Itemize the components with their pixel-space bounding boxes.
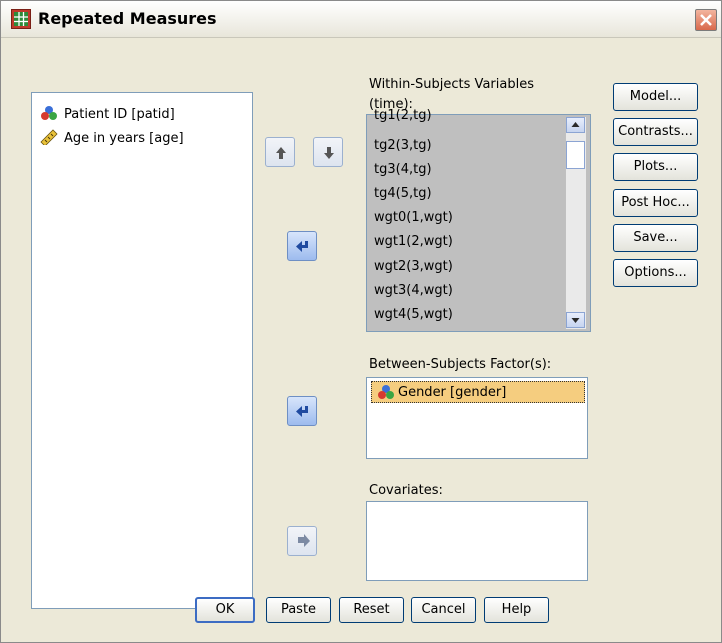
nominal-variable-icon (378, 385, 394, 399)
scroll-down-button[interactable] (566, 312, 585, 328)
options-button[interactable]: Options... (613, 259, 698, 287)
transfer-right-icon (298, 534, 310, 547)
within-subjects-list[interactable]: tg1(2,tg) tg2(3,tg) tg3(4,tg) tg4(5,tg) … (366, 108, 591, 332)
covariates-label: Covariates: (369, 483, 443, 498)
list-item[interactable]: wgt4(5,wgt) (374, 307, 453, 322)
within-subjects-label: Within-Subjects Variables (369, 77, 534, 92)
list-item[interactable]: tg2(3,tg) (374, 138, 432, 153)
transfer-left-icon (296, 241, 308, 252)
transfer-covariate-button[interactable] (287, 526, 317, 556)
spss-dialog-icon (11, 9, 31, 29)
move-up-button[interactable] (265, 137, 295, 167)
vertical-scrollbar[interactable] (565, 117, 586, 329)
window-title: Repeated Measures (38, 9, 217, 28)
close-button[interactable] (695, 9, 717, 31)
help-button[interactable]: Help (484, 597, 549, 623)
list-item[interactable]: wgt2(3,wgt) (374, 259, 453, 274)
list-item[interactable]: Patient ID [patid] (40, 105, 175, 122)
ok-button[interactable]: OK (195, 597, 255, 623)
save-button[interactable]: Save... (613, 224, 698, 252)
reset-button[interactable]: Reset (339, 597, 404, 623)
scroll-up-icon (571, 122, 580, 127)
contrasts-button[interactable]: Contrasts... (613, 118, 698, 146)
list-item-label: Age in years [age] (64, 131, 184, 146)
source-variable-list[interactable]: Patient ID [patid] Age in years [age] (31, 92, 253, 609)
title-bar: Repeated Measures (1, 1, 721, 38)
repeated-measures-dialog: Repeated Measures Patient ID [patid] Age… (0, 0, 722, 643)
cancel-button[interactable]: Cancel (411, 597, 476, 623)
list-item[interactable]: tg3(4,tg) (374, 162, 432, 177)
scroll-up-button[interactable] (566, 117, 585, 133)
list-item[interactable]: tg1(2,tg) (374, 108, 432, 123)
between-subjects-label: Between-Subjects Factor(s): (369, 357, 552, 372)
list-item[interactable]: Age in years [age] (40, 129, 184, 146)
list-item[interactable]: wgt1(2,wgt) (374, 234, 453, 249)
model-button[interactable]: Model... (613, 83, 698, 111)
list-item[interactable]: tg4(5,tg) (374, 186, 432, 201)
move-down-button[interactable] (313, 137, 343, 167)
scale-variable-icon (40, 129, 58, 145)
paste-button[interactable]: Paste (266, 597, 331, 623)
scroll-thumb[interactable] (566, 141, 585, 169)
arrow-up-icon (276, 147, 286, 159)
list-item-label: Gender [gender] (398, 385, 507, 400)
nominal-variable-icon (41, 106, 57, 120)
list-item-selected[interactable]: Gender [gender] (371, 381, 585, 403)
close-icon (700, 14, 712, 26)
list-item[interactable]: wgt0(1,wgt) (374, 210, 453, 225)
transfer-between-button[interactable] (287, 396, 317, 426)
transfer-within-button[interactable] (287, 231, 317, 261)
covariates-list[interactable] (366, 501, 588, 581)
scroll-down-icon (571, 318, 580, 323)
list-item[interactable]: wgt3(4,wgt) (374, 283, 453, 298)
list-item-label: Patient ID [patid] (64, 107, 175, 122)
arrow-down-icon (324, 147, 334, 159)
between-subjects-list[interactable]: Gender [gender] (366, 377, 588, 459)
transfer-left-icon (296, 406, 308, 417)
post-hoc-button[interactable]: Post Hoc... (613, 189, 698, 217)
plots-button[interactable]: Plots... (613, 153, 698, 181)
